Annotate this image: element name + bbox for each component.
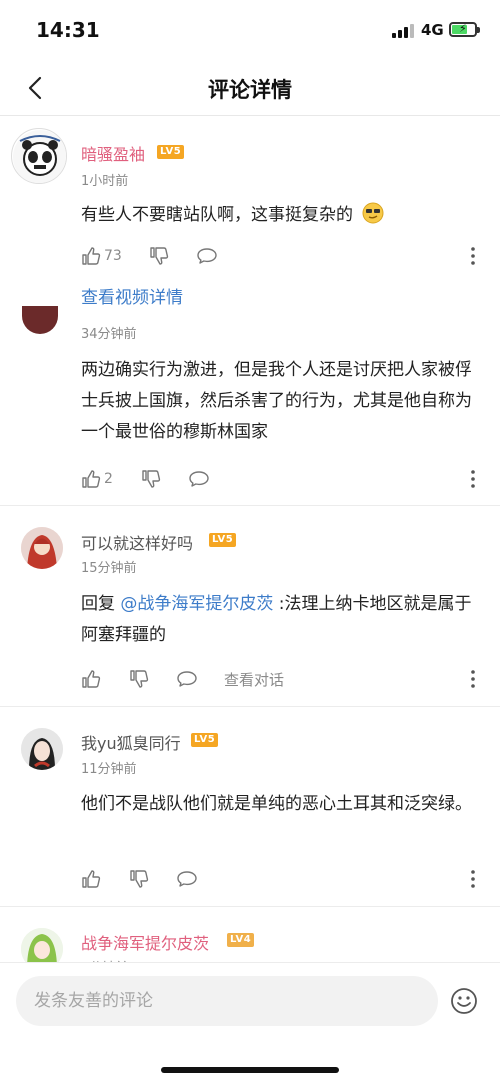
like-count: 73 bbox=[104, 248, 122, 264]
status-time: 14:31 bbox=[36, 18, 100, 42]
comment-bubble-icon bbox=[177, 871, 197, 887]
thumbs-up-icon bbox=[82, 670, 101, 688]
more-icon[interactable] bbox=[471, 470, 475, 488]
more-icon[interactable] bbox=[471, 247, 475, 265]
level-badge: LV5 bbox=[157, 145, 185, 159]
thumbs-down-icon bbox=[150, 247, 169, 265]
signal-icon bbox=[392, 24, 414, 38]
reply-button[interactable] bbox=[176, 866, 198, 892]
comment-text: 有些人不要瞎站队啊，这事挺复杂的 bbox=[81, 200, 485, 231]
nav-bar: 评论详情 bbox=[0, 60, 500, 116]
comment-time: 15分钟前 bbox=[81, 561, 137, 576]
girl-avatar-icon bbox=[21, 728, 63, 770]
anime-girl-avatar-icon bbox=[21, 527, 63, 569]
battery-icon: ⚡ bbox=[449, 22, 480, 37]
comment-actions: 2 bbox=[81, 466, 485, 492]
comment-time: 34分钟前 bbox=[81, 327, 137, 342]
avatar[interactable] bbox=[21, 728, 63, 770]
comment-input[interactable] bbox=[16, 976, 438, 1026]
network-label: 4G bbox=[421, 21, 444, 39]
sunglasses-emoji-icon bbox=[362, 202, 384, 224]
avatar[interactable] bbox=[21, 527, 63, 569]
divider bbox=[0, 906, 500, 907]
comment-text-body: 有些人不要瞎站队啊，这事挺复杂的 bbox=[81, 205, 353, 225]
like-count: 2 bbox=[104, 471, 113, 487]
comment-text: 他们不是战队他们就是单纯的恶心土耳其和泛突绿。 bbox=[81, 794, 472, 814]
view-conversation-link[interactable]: 查看对话 bbox=[224, 666, 284, 692]
dislike-button[interactable] bbox=[149, 243, 169, 269]
like-button[interactable]: 2 bbox=[81, 466, 113, 492]
panda-avatar-icon bbox=[13, 130, 66, 183]
comment-bubble-icon bbox=[177, 671, 197, 687]
emoji-icon[interactable] bbox=[450, 987, 478, 1015]
avatar[interactable] bbox=[22, 306, 58, 334]
divider bbox=[0, 706, 500, 707]
thumbs-down-icon bbox=[142, 470, 161, 488]
reply-button[interactable] bbox=[188, 466, 210, 492]
like-button[interactable]: 73 bbox=[81, 243, 122, 269]
comment-text: 两边确实行为激进，但是我个人还是讨厌把人家被俘士兵披上国旗，然后杀害了的行为，尤… bbox=[81, 360, 472, 442]
mention-link[interactable]: @战争海军提尔皮茨 bbox=[120, 594, 273, 614]
more-icon[interactable] bbox=[471, 670, 475, 688]
avatar[interactable] bbox=[11, 128, 67, 184]
comment-actions bbox=[81, 866, 485, 892]
bottom-bar bbox=[0, 962, 500, 1083]
level-badge: LV5 bbox=[191, 733, 219, 747]
page-title: 评论详情 bbox=[208, 78, 292, 102]
comment-actions: 查看对话 bbox=[81, 666, 485, 692]
comment-text: 回复 @战争海军提尔皮茨 :法理上纳卡地区就是属于阿塞拜疆的 bbox=[81, 589, 485, 651]
dislike-button[interactable] bbox=[129, 866, 149, 892]
reply-button[interactable] bbox=[176, 666, 198, 692]
username[interactable]: 可以就这样好吗 bbox=[81, 530, 193, 554]
like-button[interactable] bbox=[81, 866, 101, 892]
view-video-link[interactable]: 查看视频详情 bbox=[81, 283, 183, 308]
thumbs-down-icon bbox=[130, 870, 149, 888]
divider bbox=[0, 505, 500, 506]
status-bar: 14:31 4G ⚡ bbox=[0, 0, 500, 60]
level-badge: LV5 bbox=[209, 533, 237, 547]
comment-actions: 73 bbox=[81, 243, 485, 269]
username[interactable]: 我yu狐臭同行 bbox=[81, 730, 181, 754]
username[interactable]: 战争海军提尔皮茨 bbox=[81, 930, 209, 954]
username[interactable]: 暗骚盈袖 bbox=[81, 141, 145, 165]
comment-time: 11分钟前 bbox=[81, 762, 137, 777]
comment-bubble-icon bbox=[189, 471, 209, 487]
like-button[interactable] bbox=[81, 666, 101, 692]
level-badge: LV4 bbox=[227, 933, 255, 947]
thumbs-up-icon bbox=[82, 247, 101, 265]
dislike-button[interactable] bbox=[141, 466, 161, 492]
thumbs-up-icon bbox=[82, 470, 101, 488]
dislike-button[interactable] bbox=[129, 666, 149, 692]
comment-bubble-icon bbox=[197, 248, 217, 264]
home-indicator bbox=[161, 1067, 339, 1073]
comment-time: 1小时前 bbox=[81, 174, 129, 189]
thumbs-down-icon bbox=[130, 670, 149, 688]
reply-prefix: 回复 bbox=[81, 594, 121, 614]
reply-button[interactable] bbox=[196, 243, 218, 269]
more-icon[interactable] bbox=[471, 870, 475, 888]
thumbs-up-icon bbox=[82, 870, 101, 888]
